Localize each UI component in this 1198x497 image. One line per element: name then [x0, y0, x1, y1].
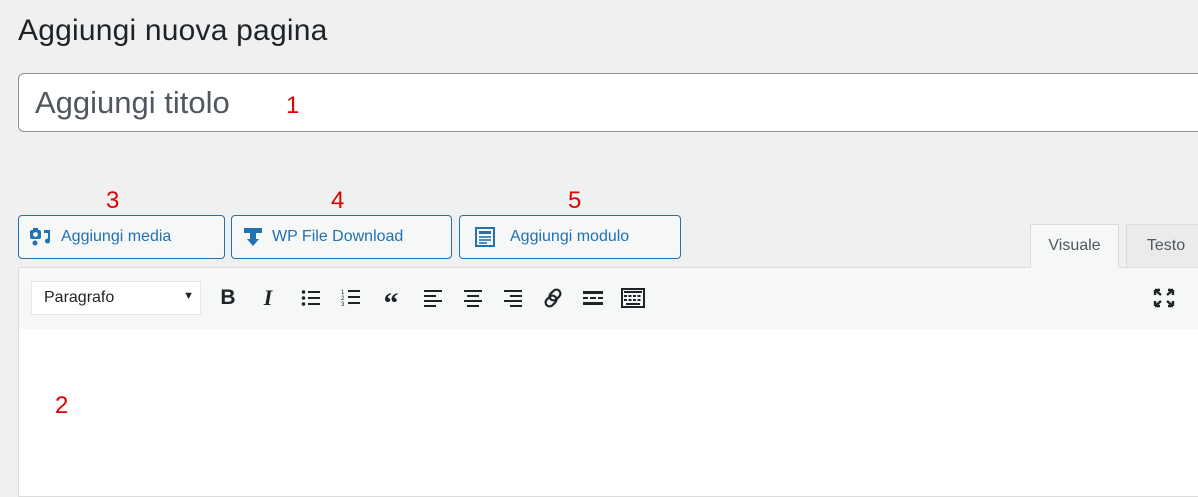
format-select-value: Paragrafo [44, 289, 115, 306]
editor-content-area[interactable] [19, 329, 1198, 496]
blockquote-icon: “ [383, 287, 399, 320]
read-more-button[interactable] [578, 282, 608, 314]
chevron-down-icon: ▼ [183, 290, 194, 302]
tab-visual[interactable]: Visuale [1030, 224, 1119, 268]
align-left-button[interactable] [418, 282, 448, 314]
fullscreen-button[interactable] [1149, 282, 1179, 314]
annotation-5: 5 [568, 187, 582, 214]
align-left-icon [424, 290, 442, 307]
wp-file-download-label: WP File Download [272, 228, 404, 245]
add-media-button[interactable]: Aggiungi media [18, 215, 225, 259]
annotation-1: 1 [286, 92, 300, 119]
numbered-list-button[interactable]: 1 2 3 [336, 282, 366, 314]
toolbar-toggle-icon [621, 288, 645, 308]
format-select[interactable]: Paragrafo ▼ [31, 281, 201, 315]
link-icon [544, 288, 562, 308]
align-right-icon [504, 290, 522, 307]
editor-toolbar: Paragrafo ▼ B I 1 2 3 “ [19, 268, 1198, 330]
bold-icon: B [220, 286, 236, 309]
add-form-label: Aggiungi modulo [510, 228, 630, 245]
read-more-icon [583, 291, 603, 305]
toolbar-toggle-button[interactable] [618, 282, 648, 314]
insert-link-button[interactable] [538, 282, 568, 314]
tab-text[interactable]: Testo [1126, 224, 1198, 268]
form-icon [474, 226, 496, 248]
bulleted-list-button[interactable] [296, 282, 326, 314]
fullscreen-icon [1153, 288, 1175, 308]
bulleted-list-icon [301, 290, 320, 306]
annotation-2: 2 [55, 392, 69, 419]
align-center-button[interactable] [458, 282, 488, 314]
blockquote-button[interactable]: “ [376, 282, 406, 319]
wp-file-download-button[interactable]: WP File Download [231, 215, 452, 259]
bold-button[interactable]: B [213, 282, 243, 314]
align-center-icon [464, 290, 482, 307]
title-field[interactable] [18, 73, 1198, 132]
align-right-button[interactable] [498, 282, 528, 314]
add-form-button[interactable]: Aggiungi modulo [459, 215, 681, 259]
media-icon [29, 227, 53, 247]
download-icon [242, 226, 264, 248]
italic-button[interactable]: I [253, 282, 283, 314]
italic-icon: I [263, 285, 273, 310]
tab-text-label: Testo [1146, 237, 1186, 254]
svg-text:3: 3 [341, 302, 345, 308]
numbered-list-icon: 1 2 3 [341, 290, 360, 308]
content-editor: Paragrafo ▼ B I 1 2 3 “ [18, 267, 1198, 497]
title-input[interactable] [35, 82, 635, 124]
annotation-3: 3 [106, 187, 120, 214]
add-media-label: Aggiungi media [61, 228, 172, 245]
tab-visual-label: Visuale [1048, 237, 1101, 254]
annotation-4: 4 [331, 187, 345, 214]
page-title: Aggiungi nuova pagina [18, 14, 328, 47]
